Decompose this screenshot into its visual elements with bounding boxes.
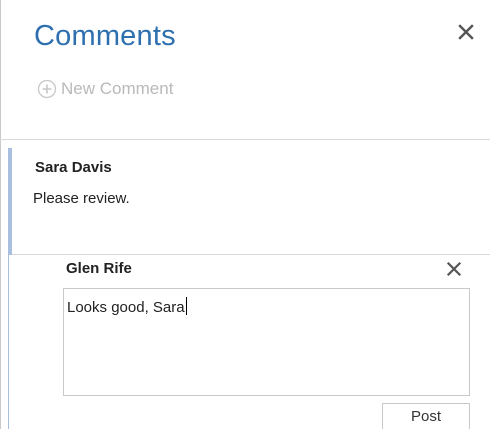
- reply-input[interactable]: Looks good, Sara: [63, 288, 470, 396]
- plus-circle-icon: [37, 79, 57, 99]
- reply-author: Glen Rife: [66, 260, 132, 277]
- pane-title: Comments: [34, 20, 176, 52]
- new-comment-button[interactable]: New Comment: [37, 79, 173, 99]
- close-pane-icon[interactable]: [456, 22, 476, 42]
- close-reply-icon[interactable]: [445, 260, 463, 278]
- comment-thread: Sara Davis Please review. Glen Rife Look…: [0, 148, 490, 429]
- new-comment-label: New Comment: [61, 79, 174, 98]
- comment-author: Sara Davis: [35, 159, 112, 176]
- thread-accent-line: [8, 255, 9, 429]
- post-button[interactable]: Post: [382, 403, 470, 429]
- reply-input-value: Looks good, Sara: [67, 297, 187, 316]
- comments-pane: Comments New Comment Sara Davis Please r…: [0, 0, 490, 429]
- thread-accent-bar: [8, 148, 12, 255]
- text-caret: [185, 297, 187, 315]
- header-divider: [0, 139, 490, 140]
- reply-divider: [12, 254, 490, 255]
- comment-text: Please review.: [33, 190, 130, 207]
